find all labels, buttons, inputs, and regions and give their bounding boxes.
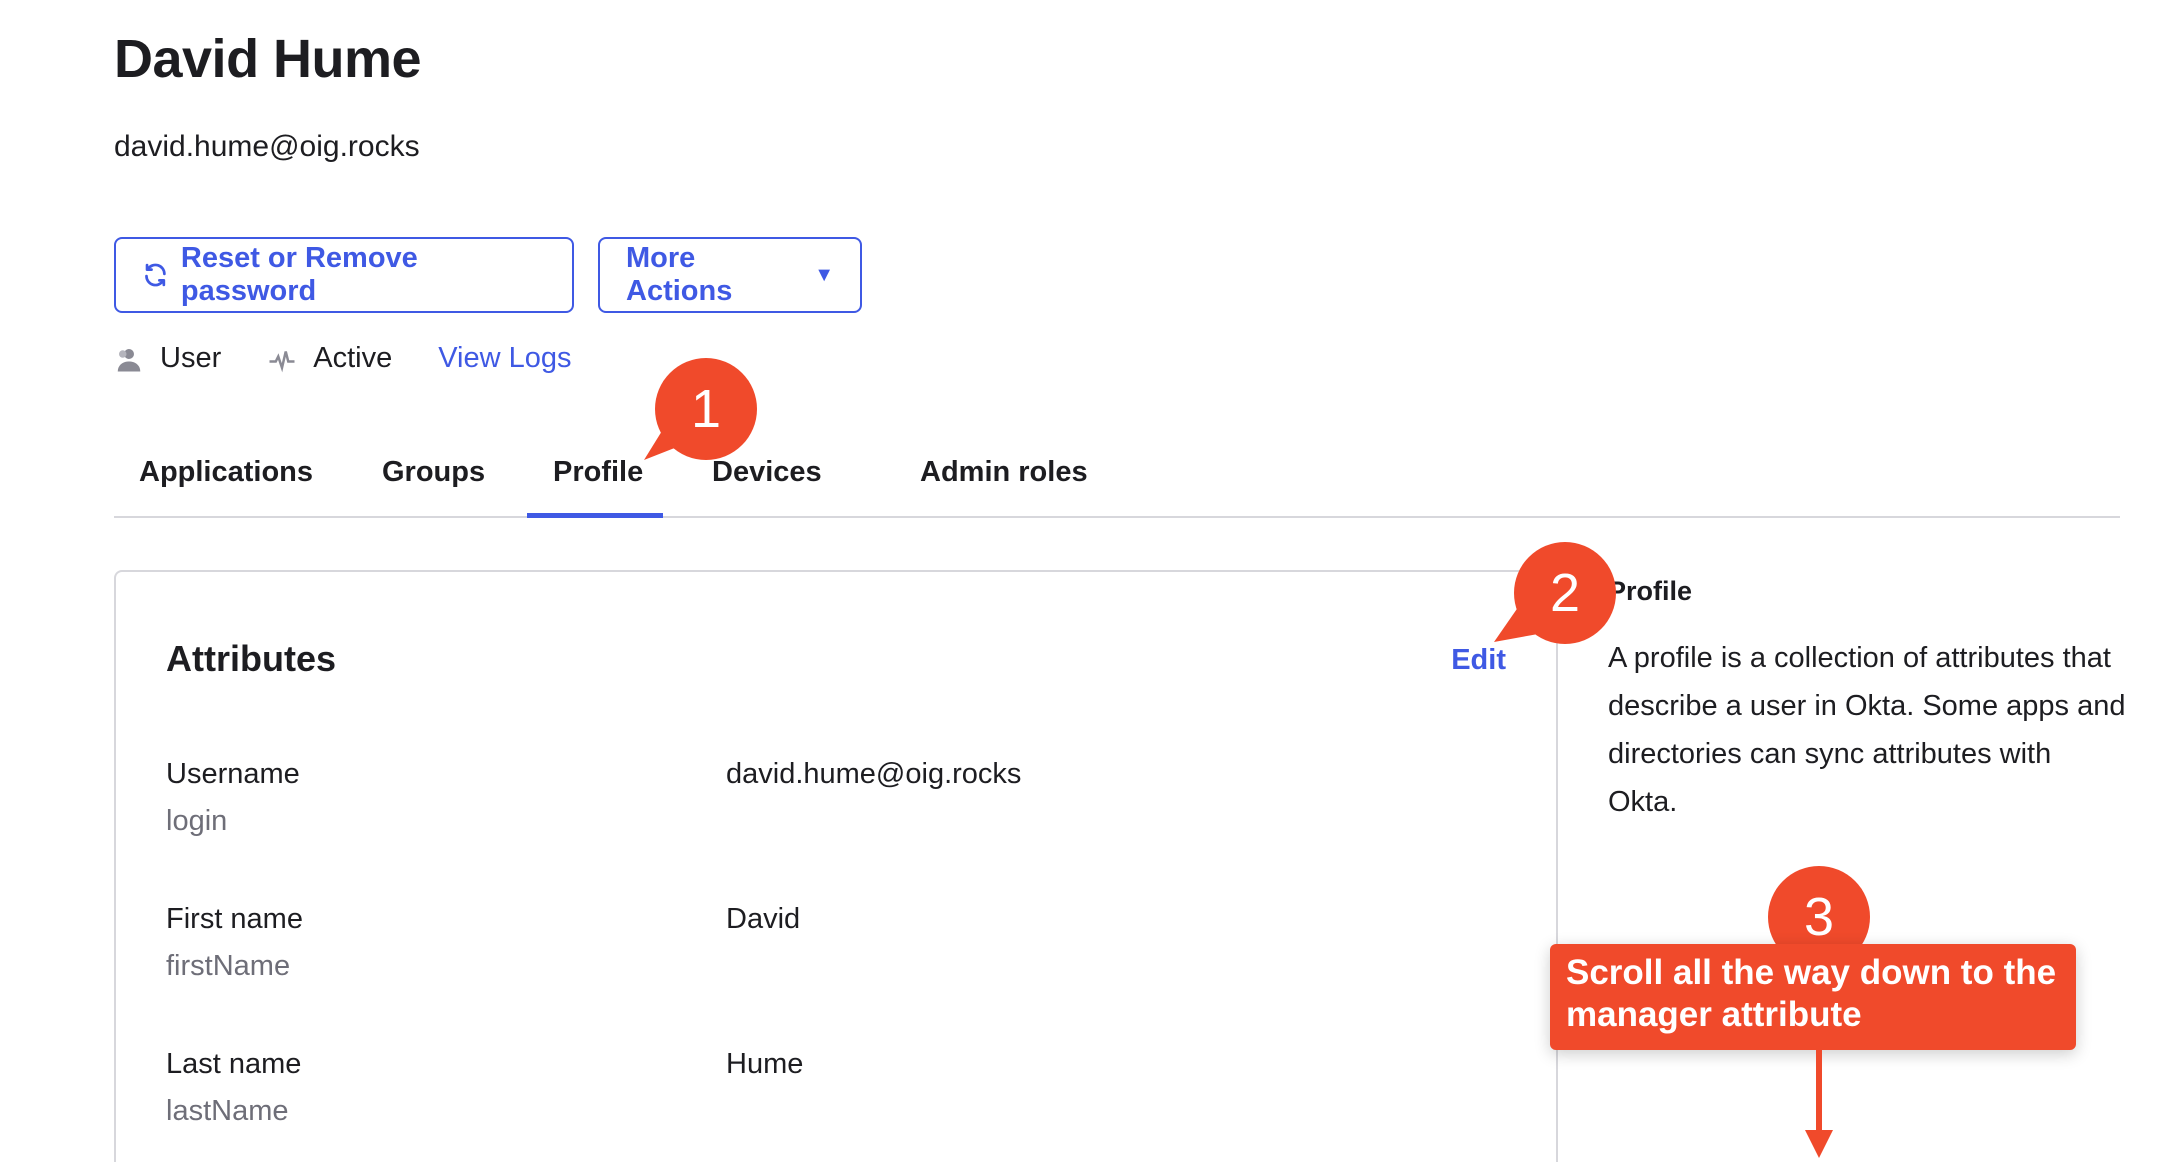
attributes-card: Attributes Edit Username login david.hum…: [114, 570, 1558, 1162]
view-logs-link[interactable]: View Logs: [438, 342, 571, 375]
user-status: Active: [267, 342, 392, 375]
attributes-title: Attributes: [166, 638, 336, 679]
tab-admin-roles[interactable]: Admin roles: [920, 456, 1088, 489]
page-title: David Hume: [114, 29, 422, 89]
tab-groups[interactable]: Groups: [382, 456, 485, 489]
attribute-label: First name: [166, 903, 303, 935]
attribute-key: login: [166, 805, 228, 837]
instruction-callout: Scroll all the way down to the manager a…: [1550, 944, 2076, 1050]
activity-icon: [269, 350, 295, 372]
user-icon: [117, 348, 141, 371]
attribute-label: Last name: [166, 1048, 302, 1080]
tab-bar: Applications Groups Profile Devices Admi…: [114, 446, 2120, 518]
refresh-icon: [145, 263, 166, 287]
active-tab-indicator: [527, 513, 663, 518]
attribute-row: Username login david.hume@oig.rocks: [166, 758, 1466, 838]
attribute-value: David: [726, 903, 801, 935]
attribute-key: firstName: [166, 950, 291, 982]
reset-password-button[interactable]: Reset or Remove password: [114, 237, 574, 313]
user-meta: User Active View Logs: [114, 342, 572, 375]
user-status-label: Active: [313, 342, 393, 374]
user-email: david.hume@oig.rocks: [114, 130, 420, 163]
user-type-label: User: [160, 342, 222, 374]
user-type: User: [114, 342, 221, 375]
step-1-badge: 1: [655, 358, 757, 460]
attribute-row: First name firstName David: [166, 903, 1466, 983]
caret-down-icon: ▼: [814, 263, 834, 286]
reset-password-label: Reset or Remove password: [180, 242, 418, 307]
more-actions-button[interactable]: More Actions ▼: [598, 237, 862, 313]
attribute-value: david.hume@oig.rocks: [726, 758, 1022, 790]
down-arrow-icon: [1805, 1050, 1833, 1158]
step-2-badge: 2: [1514, 542, 1616, 644]
more-actions-label: More Actions: [626, 242, 733, 307]
attribute-value: Hume: [726, 1048, 804, 1080]
attribute-key: lastName: [166, 1095, 289, 1127]
tab-applications[interactable]: Applications: [139, 456, 313, 489]
profile-help-text: A profile is a collection of attributes …: [1608, 642, 2126, 818]
attribute-row: Last name lastName Hume: [166, 1048, 1466, 1128]
